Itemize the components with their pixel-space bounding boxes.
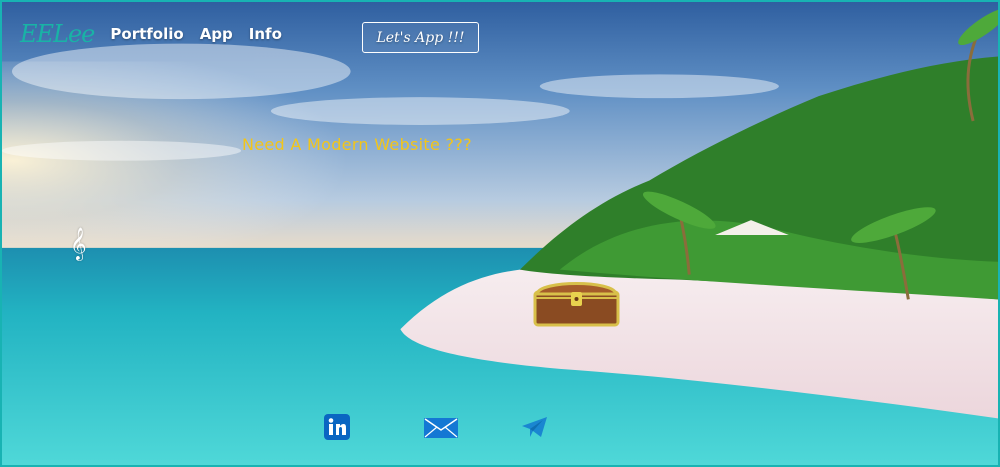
- top-navigation: EELee Portfolio App Info: [20, 20, 298, 48]
- telegram-icon[interactable]: [521, 416, 548, 438]
- nav-link-app[interactable]: App: [200, 25, 233, 43]
- linkedin-icon[interactable]: [324, 414, 350, 440]
- treasure-chest-icon[interactable]: [533, 278, 620, 327]
- nav-link-portfolio[interactable]: Portfolio: [110, 25, 183, 43]
- lets-app-button[interactable]: Let's App !!!: [362, 22, 479, 53]
- site-logo[interactable]: EELee: [20, 20, 95, 48]
- landing-page: EELee Portfolio App Info Let's App !!! N…: [0, 0, 1000, 467]
- beach-background-image: [2, 2, 998, 465]
- hero-headline: Need A Modern Website ???: [242, 135, 472, 154]
- mail-icon[interactable]: [424, 418, 458, 438]
- nav-link-info[interactable]: Info: [249, 25, 282, 43]
- music-toggle-icon[interactable]: 𝄞: [70, 227, 87, 261]
